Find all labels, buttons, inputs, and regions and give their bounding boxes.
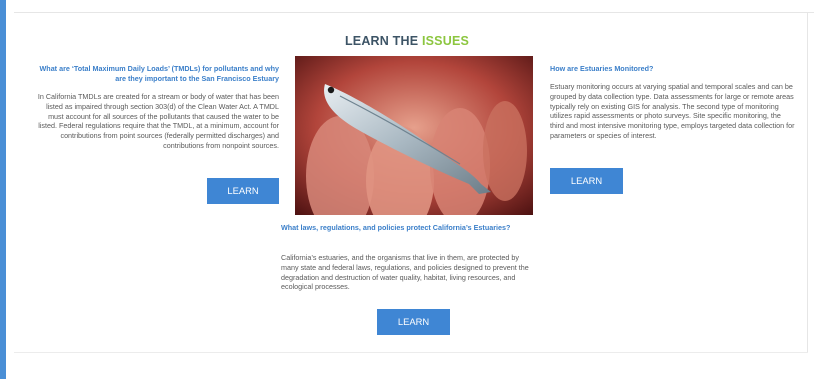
- top-divider: [14, 12, 814, 13]
- section-heading: LEARN THE ISSUES: [0, 34, 814, 48]
- section-heading-part2: ISSUES: [421, 34, 470, 48]
- tmdl-description: In California TMDLs are created for a st…: [37, 92, 279, 150]
- monitoring-question-title: How are Estuaries Monitored?: [550, 64, 654, 73]
- tmdl-learn-more-button[interactable]: LEARN MORE: [207, 178, 279, 222]
- tmdl-column: What are ‘Total Maximum Daily Loads’ (TM…: [32, 64, 279, 222]
- laws-description: California’s estuaries, and the organism…: [281, 253, 529, 292]
- section-heading-part1: LEARN THE: [344, 34, 419, 48]
- laws-question-title: What laws, regulations, and policies pro…: [281, 223, 511, 232]
- monitoring-learn-more-button[interactable]: LEARN MORE: [550, 168, 623, 212]
- right-divider: [807, 12, 808, 352]
- left-accent-rail: [0, 0, 6, 379]
- tmdl-question-title: What are ‘Total Maximum Daily Loads’ (TM…: [39, 64, 279, 83]
- monitoring-column: How are Estuaries Monitored? Estuary mon…: [550, 64, 795, 212]
- fish-in-hand-photo: [295, 56, 533, 215]
- monitoring-description: Estuary monitoring occurs at varying spa…: [550, 82, 795, 140]
- laws-learn-more-button[interactable]: LEARN MORE: [377, 309, 450, 353]
